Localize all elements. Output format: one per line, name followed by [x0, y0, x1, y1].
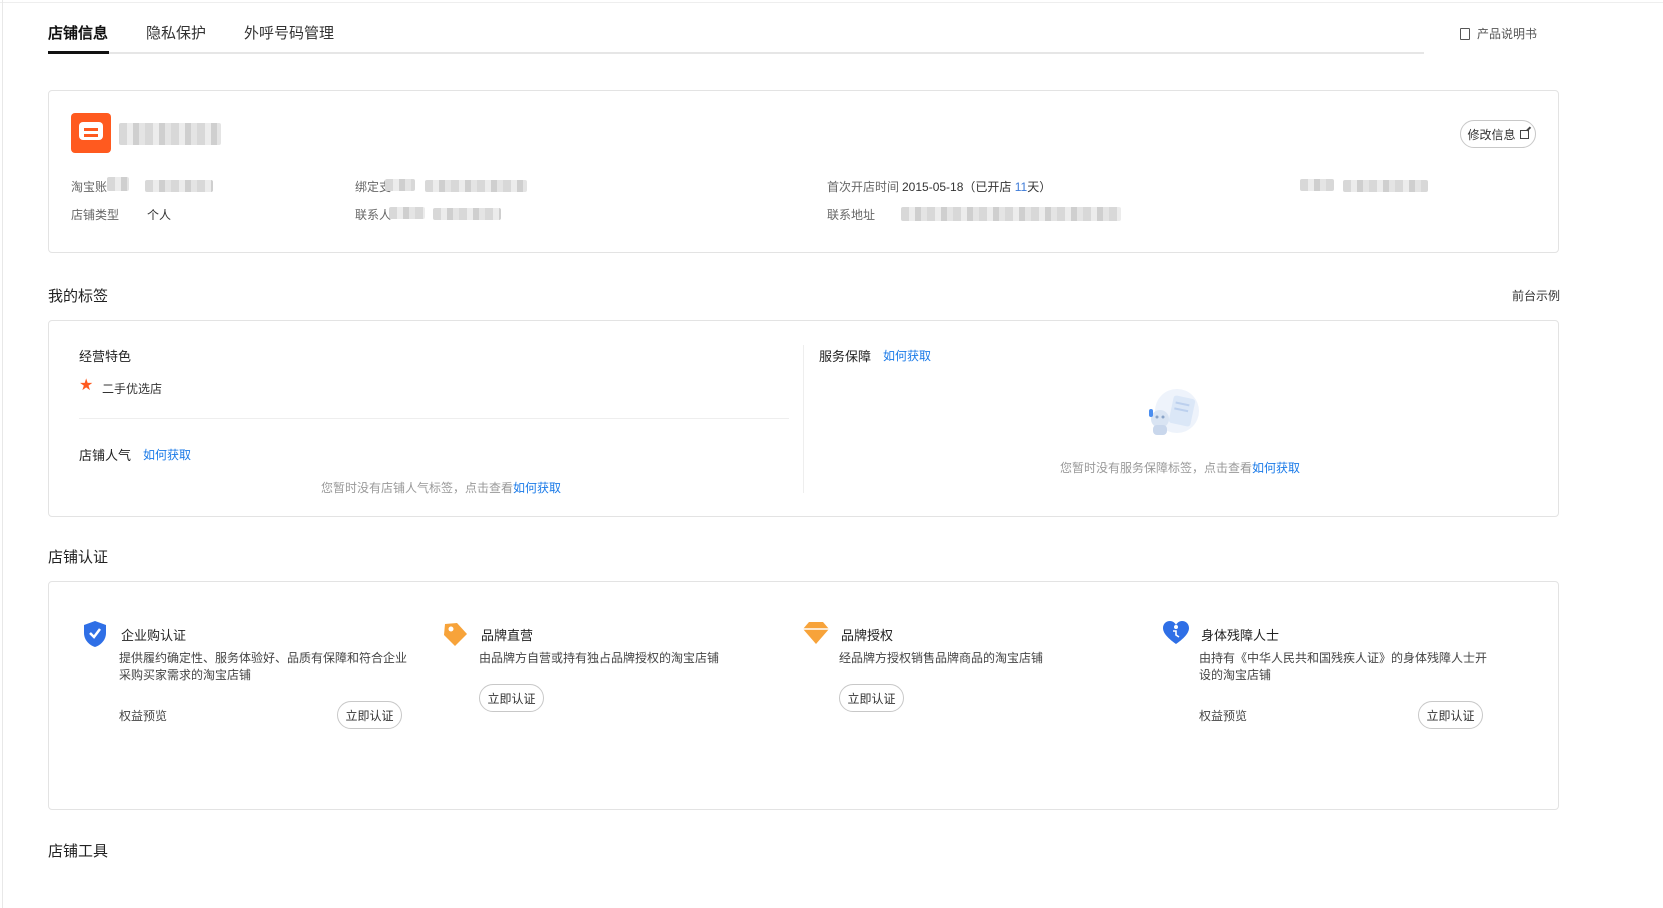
tags-divider: [79, 418, 789, 419]
popularity-label: 店铺人气: [79, 448, 132, 463]
product-manual-label: 产品说明书: [1477, 27, 1538, 41]
active-tab-indicator: [48, 51, 109, 54]
cert-desc-brand-authorized: 经品牌方授权销售品牌商品的淘宝店铺: [839, 651, 1044, 665]
shop-cert-title: 店铺认证: [48, 549, 109, 566]
diamond-icon: [803, 622, 829, 644]
cert-desc-disability: 由持有《中华人民共和国残疾人证》的身体残障人士开设的淘宝店铺: [1199, 651, 1488, 682]
open-time-value: 2015-05-18（已开店 11天）: [902, 180, 1052, 194]
heart-accessibility-icon: [1163, 621, 1189, 644]
shop-logo-icon: [71, 113, 111, 153]
cert-title-disability: 身体残障人士: [1201, 628, 1280, 643]
tab-privacy[interactable]: 隐私保护: [146, 22, 206, 43]
shield-check-icon: [84, 621, 106, 647]
brand-tag-icon: [444, 623, 467, 646]
cert-title-enterprise: 企业购认证: [121, 628, 187, 643]
cert-preview-disability[interactable]: 权益预览: [1199, 707, 1247, 724]
address-label: 联系地址: [827, 208, 876, 222]
star-icon: ★: [79, 377, 94, 394]
business-feature-label: 经营特色: [79, 349, 132, 364]
redacted-label: [1300, 179, 1334, 191]
frame-top: [0, 2, 1663, 3]
contact-person-label: 联系人: [355, 208, 392, 222]
service-how-to-get-link[interactable]: 如何获取: [883, 347, 931, 364]
open-time-label: 首次开店时间: [827, 180, 900, 194]
address-value-redacted: [901, 207, 1121, 221]
bind-alipay-value-redacted: [425, 180, 527, 192]
cert-button-disability[interactable]: 立即认证: [1418, 701, 1483, 729]
shop-type-value: 个人: [147, 208, 172, 222]
edit-info-label: 修改信息: [1467, 127, 1516, 142]
frontend-example-link[interactable]: 前台示例: [1512, 287, 1560, 304]
my-tags-card: 经营特色 ★ 二手优选店 店铺人气 如何获取 您暂时没有店铺人气标签，点击查看如…: [48, 320, 1559, 517]
taobao-account-label: 淘宝账: [71, 180, 108, 194]
shop-tools-title: 店铺工具: [48, 843, 109, 860]
shop-type-label: 店铺类型: [71, 208, 120, 222]
empty-state-illustration-icon: [1149, 389, 1199, 435]
cert-desc-enterprise: 提供履约确定性、服务体验好、品质有保障和符合企业采购买家需求的淘宝店铺: [119, 651, 408, 682]
service-empty-link[interactable]: 如何获取: [1252, 461, 1300, 475]
cert-button-brand-authorized[interactable]: 立即认证: [839, 684, 904, 712]
cert-button-enterprise[interactable]: 立即认证: [337, 701, 402, 729]
cert-button-brand-direct[interactable]: 立即认证: [479, 684, 544, 712]
contact-person-value-redacted: [433, 208, 501, 220]
popularity-empty-link[interactable]: 如何获取: [513, 481, 561, 495]
tab-outbound-number[interactable]: 外呼号码管理: [244, 22, 334, 43]
service-guarantee-label: 服务保障: [819, 349, 872, 364]
cert-preview-enterprise[interactable]: 权益预览: [119, 707, 167, 724]
book-icon: [1460, 27, 1470, 40]
popularity-empty-text: 您暂时没有店铺人气标签，点击查看如何获取: [321, 481, 562, 495]
frame-left: [2, 0, 3, 908]
taobao-account-value-redacted: [145, 180, 213, 192]
cert-title-brand-direct: 品牌直营: [481, 628, 534, 643]
redacted-value: [1343, 180, 1428, 192]
redacted: [107, 177, 129, 191]
cert-desc-brand-direct: 由品牌方自营或持有独占品牌授权的淘宝店铺: [479, 651, 720, 665]
tab-shop-info[interactable]: 店铺信息: [48, 22, 108, 43]
product-manual-link[interactable]: 产品说明书: [1460, 25, 1537, 42]
business-tag-item: 二手优选店: [102, 382, 163, 396]
tags-vertical-divider: [803, 345, 804, 493]
shop-info-card: 修改信息 淘宝账 绑定支 首次开店时间 2015-05-18（已开店 11天） …: [48, 90, 1559, 253]
cert-title-brand-authorized: 品牌授权: [841, 628, 894, 643]
external-link-icon: [1519, 129, 1529, 139]
redacted: [385, 179, 415, 191]
tabs-baseline: [48, 52, 1424, 54]
service-empty-text: 您暂时没有服务保障标签，点击查看如何获取: [1060, 461, 1301, 475]
my-tags-title: 我的标签: [48, 288, 109, 305]
shop-name-redacted: [119, 123, 221, 145]
shop-cert-card: 企业购认证 提供履约确定性、服务体验好、品质有保障和符合企业采购买家需求的淘宝店…: [48, 581, 1559, 810]
redacted: [389, 207, 425, 219]
popularity-how-to-get-link[interactable]: 如何获取: [143, 446, 191, 463]
edit-info-button[interactable]: 修改信息: [1460, 120, 1536, 148]
